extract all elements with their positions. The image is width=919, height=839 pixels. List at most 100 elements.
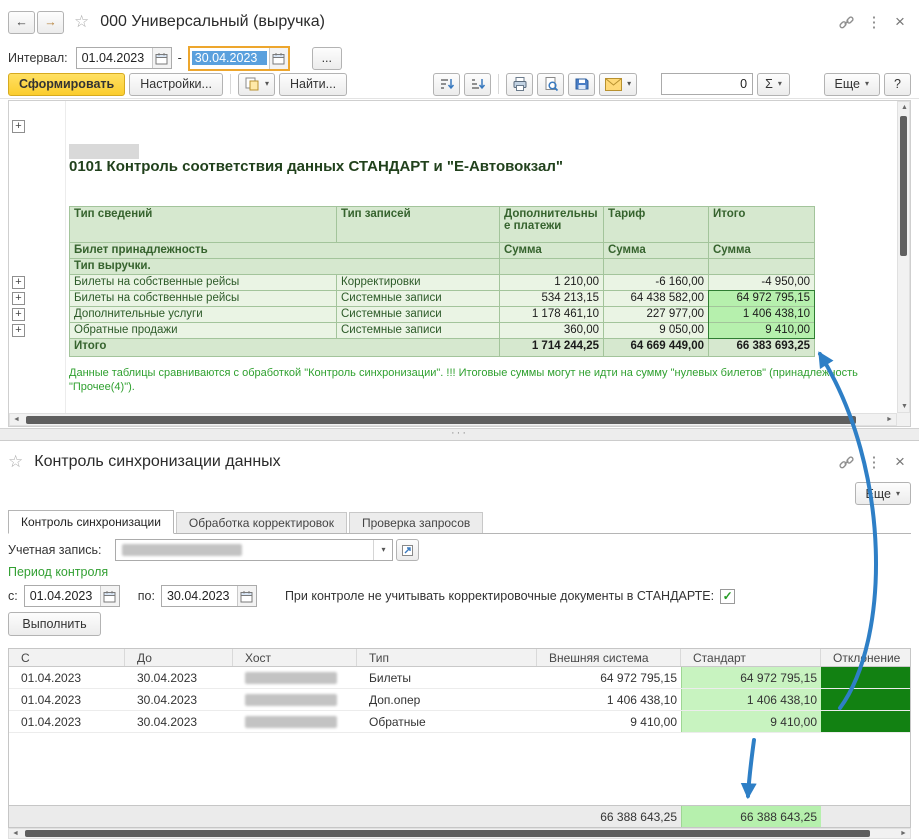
cell-standard[interactable]: 9 410,00 <box>681 711 821 732</box>
preview-button[interactable] <box>537 73 564 96</box>
sort-asc-button[interactable] <box>464 73 491 96</box>
total-row[interactable]: Итого 1 714 244,25 64 669 449,00 66 383 … <box>70 339 815 357</box>
favorite-star-icon[interactable]: ☆ <box>8 452 23 472</box>
calendar-button[interactable] <box>100 586 119 606</box>
cell-from[interactable]: 01.04.2023 <box>9 689 125 710</box>
cell-total[interactable]: -4 950,00 <box>709 275 815 291</box>
cell-record[interactable]: Системные записи <box>337 323 500 339</box>
cell-tariff[interactable]: 64 438 582,00 <box>604 291 709 307</box>
window-menu-icon[interactable]: ⋮ <box>863 11 885 33</box>
expand-group-button[interactable]: + <box>12 120 25 133</box>
table-row[interactable]: Билеты на собственные рейсы Системные за… <box>70 291 815 307</box>
expand-row-button[interactable]: + <box>12 292 25 305</box>
close-window-icon[interactable]: × <box>889 451 911 473</box>
cell-deviation[interactable] <box>821 667 910 688</box>
counter-field[interactable]: 0 <box>661 73 753 95</box>
cell-extra[interactable]: 534 213,15 <box>500 291 604 307</box>
cell-standard[interactable]: 1 406 438,10 <box>681 689 821 710</box>
period-from-field[interactable]: 01.04.2023 <box>24 585 120 607</box>
email-button[interactable]: ▾ <box>599 73 637 96</box>
ignore-corrections-checkbox[interactable]: ✓ <box>720 589 735 604</box>
scroll-right-icon[interactable]: ► <box>883 414 896 425</box>
cell-record[interactable]: Системные записи <box>337 291 500 307</box>
table-row[interactable]: Билеты на собственные рейсы Корректировк… <box>70 275 815 291</box>
calendar-button[interactable] <box>237 586 256 606</box>
close-window-icon[interactable]: × <box>889 11 911 33</box>
help-button[interactable]: ? <box>884 73 911 96</box>
cell-record[interactable]: Системные записи <box>337 307 500 323</box>
hscroll-thumb[interactable] <box>25 830 870 837</box>
cell-to[interactable]: 30.04.2023 <box>125 689 233 710</box>
cell-to[interactable]: 30.04.2023 <box>125 711 233 732</box>
find-button[interactable]: Найти... <box>279 73 347 96</box>
cell-deviation[interactable] <box>821 689 910 710</box>
cell-total-highlighted[interactable]: 64 972 795,15 <box>709 291 815 307</box>
selected-cell[interactable] <box>69 144 139 159</box>
save-button[interactable] <box>568 73 595 96</box>
sum-button[interactable]: Σ ▾ <box>757 73 790 96</box>
cell-standard[interactable]: 64 972 795,15 <box>681 667 821 688</box>
tab-corrections[interactable]: Обработка корректировок <box>176 512 347 533</box>
total-grand[interactable]: 66 383 693,25 <box>709 339 815 357</box>
settings-button[interactable]: Настройки... <box>129 73 223 96</box>
cell-from[interactable]: 01.04.2023 <box>9 711 125 732</box>
expand-row-button[interactable]: + <box>12 308 25 321</box>
table-row[interactable]: 01.04.2023 30.04.2023 Билеты 64 972 795,… <box>9 667 910 689</box>
report-variant-button[interactable]: ▾ <box>238 73 275 96</box>
cell-type[interactable]: Обратные продажи <box>70 323 337 339</box>
sync-hscrollbar[interactable]: ◄ ► <box>8 828 911 839</box>
cell-total-highlighted[interactable]: 1 406 438,10 <box>709 307 815 323</box>
tab-sync-control[interactable]: Контроль синхронизации <box>8 510 174 534</box>
table-row[interactable]: 01.04.2023 30.04.2023 Обратные 9 410,00 … <box>9 711 910 733</box>
report-hscrollbar[interactable]: ◄ ► <box>9 413 897 426</box>
date-to-field[interactable]: 30.04.2023 <box>188 46 290 71</box>
cell-tariff[interactable]: 9 050,00 <box>604 323 709 339</box>
favorite-star-icon[interactable]: ☆ <box>74 12 89 32</box>
cell-deviation[interactable] <box>821 711 910 732</box>
table-row[interactable]: Обратные продажи Системные записи 360,00… <box>70 323 815 339</box>
cell-extra[interactable]: 360,00 <box>500 323 604 339</box>
cell-host-redacted[interactable] <box>233 689 357 710</box>
get-link-icon[interactable] <box>835 451 857 473</box>
cell-tariff[interactable]: 227 977,00 <box>604 307 709 323</box>
cell-extra[interactable]: 1 178 461,10 <box>500 307 604 323</box>
combobox-dropdown-button[interactable]: ▾ <box>373 540 392 560</box>
cell-host-redacted[interactable] <box>233 711 357 732</box>
table-row[interactable]: 01.04.2023 30.04.2023 Доп.опер 1 406 438… <box>9 689 910 711</box>
cell-type[interactable]: Билеты <box>357 667 537 688</box>
total-tariff[interactable]: 64 669 449,00 <box>604 339 709 357</box>
cell-extra[interactable]: 1 210,00 <box>500 275 604 291</box>
generate-button[interactable]: Сформировать <box>8 73 125 96</box>
tab-query-check[interactable]: Проверка запросов <box>349 512 483 533</box>
expand-row-button[interactable]: + <box>12 276 25 289</box>
cell-type[interactable]: Дополнительные услуги <box>70 307 337 323</box>
cell-type[interactable]: Обратные <box>357 711 537 732</box>
scroll-left-icon[interactable]: ◄ <box>9 828 22 839</box>
account-open-button[interactable] <box>396 539 419 561</box>
cell-host-redacted[interactable] <box>233 667 357 688</box>
date-from-field[interactable]: 01.04.2023 <box>76 47 172 69</box>
more-button[interactable]: Еще ▾ <box>824 73 880 96</box>
total-label[interactable]: Итого <box>70 339 500 357</box>
report-vscrollbar[interactable]: ▲ ▼ <box>897 101 910 413</box>
cell-external[interactable]: 64 972 795,15 <box>537 667 681 688</box>
more-button[interactable]: Еще ▾ <box>855 482 911 505</box>
run-button[interactable]: Выполнить <box>8 612 101 636</box>
scroll-down-icon[interactable]: ▼ <box>898 401 911 412</box>
cell-type[interactable]: Билеты на собственные рейсы <box>70 275 337 291</box>
sort-desc-button[interactable] <box>433 73 460 96</box>
cell-external[interactable]: 1 406 438,10 <box>537 689 681 710</box>
cell-total-highlighted[interactable]: 9 410,00 <box>709 323 815 339</box>
cell-to[interactable]: 30.04.2023 <box>125 667 233 688</box>
account-combobox[interactable]: ▾ <box>115 539 393 561</box>
get-link-icon[interactable] <box>835 11 857 33</box>
scroll-up-icon[interactable]: ▲ <box>898 102 911 113</box>
expand-row-button[interactable]: + <box>12 324 25 337</box>
cell-record[interactable]: Корректировки <box>337 275 500 291</box>
period-to-field[interactable]: 30.04.2023 <box>161 585 257 607</box>
interval-more-button[interactable]: ... <box>312 47 342 70</box>
scroll-left-icon[interactable]: ◄ <box>10 414 23 425</box>
vscroll-thumb[interactable] <box>900 116 907 256</box>
forward-button[interactable]: → <box>37 11 64 34</box>
cell-from[interactable]: 01.04.2023 <box>9 667 125 688</box>
